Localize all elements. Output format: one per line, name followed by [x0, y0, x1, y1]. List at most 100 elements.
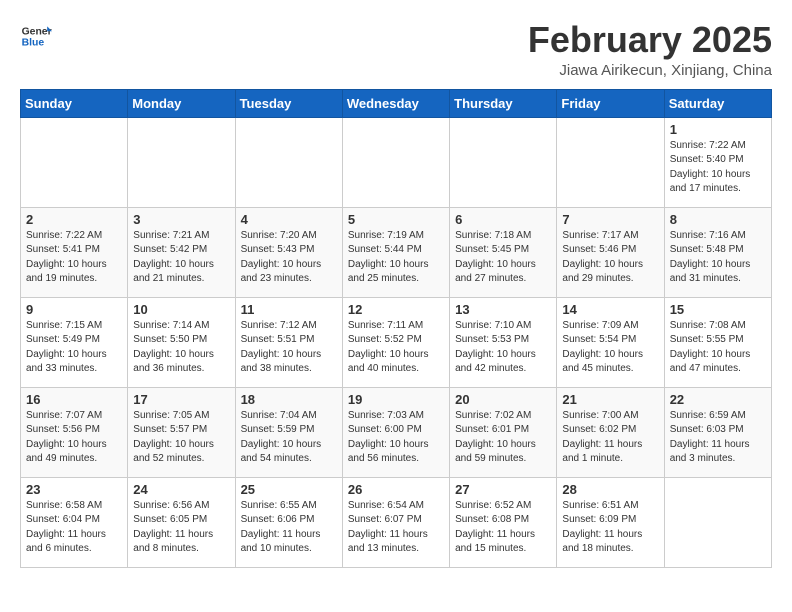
calendar-cell: 15 Sunrise: 7:08 AM Sunset: 5:55 PM Dayli…	[664, 297, 771, 387]
day-info: Sunrise: 7:14 AM Sunset: 5:50 PM Dayligh…	[133, 319, 229, 377]
svg-text:Blue: Blue	[22, 38, 45, 49]
calendar-cell: 28 Sunrise: 6:51 AM Sunset: 6:09 PM Dayli…	[557, 477, 664, 567]
calendar-cell: 4 Sunrise: 7:20 AM Sunset: 5:43 PM Daylig…	[235, 207, 342, 297]
day-info: Sunrise: 7:04 AM Sunset: 5:59 PM Dayligh…	[241, 409, 337, 467]
day-number: 4	[241, 212, 337, 227]
day-info: Sunrise: 6:56 AM Sunset: 6:05 PM Dayligh…	[133, 499, 229, 557]
day-number: 13	[455, 302, 551, 317]
calendar-cell: 10 Sunrise: 7:14 AM Sunset: 5:50 PM Dayli…	[128, 297, 235, 387]
calendar-cell	[557, 117, 664, 207]
day-info: Sunrise: 7:16 AM Sunset: 5:48 PM Dayligh…	[670, 229, 766, 287]
day-number: 23	[26, 482, 122, 497]
calendar-cell: 7 Sunrise: 7:17 AM Sunset: 5:46 PM Daylig…	[557, 207, 664, 297]
day-info: Sunrise: 7:08 AM Sunset: 5:55 PM Dayligh…	[670, 319, 766, 377]
day-info: Sunrise: 7:19 AM Sunset: 5:44 PM Dayligh…	[348, 229, 444, 287]
calendar-cell: 14Sunrise: 7:09 AM Sunset: 5:54 PM Dayli…	[557, 297, 664, 387]
calendar-cell: 8 Sunrise: 7:16 AM Sunset: 5:48 PM Daylig…	[664, 207, 771, 297]
weekday-header-tuesday: Tuesday	[235, 89, 342, 117]
weekday-header-thursday: Thursday	[450, 89, 557, 117]
calendar-cell: 22 Sunrise: 6:59 AM Sunset: 6:03 PM Dayli…	[664, 387, 771, 477]
calendar-cell: 2 Sunrise: 7:22 AM Sunset: 5:41 PM Daylig…	[21, 207, 128, 297]
day-info: Sunrise: 6:51 AM Sunset: 6:09 PM Dayligh…	[562, 499, 658, 557]
day-info: Sunrise: 7:15 AM Sunset: 5:49 PM Dayligh…	[26, 319, 122, 377]
calendar-cell: 20Sunrise: 7:02 AM Sunset: 6:01 PM Dayli…	[450, 387, 557, 477]
day-number: 1	[670, 122, 766, 137]
day-number: 2	[26, 212, 122, 227]
day-number: 12	[348, 302, 444, 317]
day-number: 11	[241, 302, 337, 317]
day-number: 18	[241, 392, 337, 407]
calendar-cell: 18 Sunrise: 7:04 AM Sunset: 5:59 PM Dayli…	[235, 387, 342, 477]
week-row-5: 23 Sunrise: 6:58 AM Sunset: 6:04 PM Dayli…	[21, 477, 772, 567]
week-row-1: 1 Sunrise: 7:22 AM Sunset: 5:40 PM Daylig…	[21, 117, 772, 207]
day-number: 14	[562, 302, 658, 317]
day-number: 9	[26, 302, 122, 317]
day-info: Sunrise: 7:07 AM Sunset: 5:56 PM Dayligh…	[26, 409, 122, 467]
calendar-cell: 16 Sunrise: 7:07 AM Sunset: 5:56 PM Dayli…	[21, 387, 128, 477]
page-header: General Blue February 2025 Jiawa Airikec…	[20, 20, 772, 79]
calendar-cell: 11Sunrise: 7:12 AM Sunset: 5:51 PM Dayli…	[235, 297, 342, 387]
calendar-cell: 12 Sunrise: 7:11 AM Sunset: 5:52 PM Dayli…	[342, 297, 449, 387]
week-row-2: 2 Sunrise: 7:22 AM Sunset: 5:41 PM Daylig…	[21, 207, 772, 297]
calendar-cell	[21, 117, 128, 207]
calendar-cell: 9 Sunrise: 7:15 AM Sunset: 5:49 PM Daylig…	[21, 297, 128, 387]
day-info: Sunrise: 6:55 AM Sunset: 6:06 PM Dayligh…	[241, 499, 337, 557]
calendar-cell: 13 Sunrise: 7:10 AM Sunset: 5:53 PM Dayli…	[450, 297, 557, 387]
calendar-cell: 26 Sunrise: 6:54 AM Sunset: 6:07 PM Dayli…	[342, 477, 449, 567]
week-row-3: 9 Sunrise: 7:15 AM Sunset: 5:49 PM Daylig…	[21, 297, 772, 387]
title-block: February 2025 Jiawa Airikecun, Xinjiang,…	[528, 20, 772, 79]
day-info: Sunrise: 7:00 AM Sunset: 6:02 PM Dayligh…	[562, 409, 658, 467]
calendar-title: February 2025	[528, 20, 772, 60]
calendar-cell: 21 Sunrise: 7:00 AM Sunset: 6:02 PM Dayli…	[557, 387, 664, 477]
calendar-cell	[664, 477, 771, 567]
day-number: 3	[133, 212, 229, 227]
day-number: 7	[562, 212, 658, 227]
day-info: Sunrise: 7:21 AM Sunset: 5:42 PM Dayligh…	[133, 229, 229, 287]
calendar-cell: 5Sunrise: 7:19 AM Sunset: 5:44 PM Daylig…	[342, 207, 449, 297]
calendar-subtitle: Jiawa Airikecun, Xinjiang, China	[528, 62, 772, 79]
calendar-cell	[128, 117, 235, 207]
day-number: 22	[670, 392, 766, 407]
calendar-cell	[342, 117, 449, 207]
day-number: 28	[562, 482, 658, 497]
weekday-header-friday: Friday	[557, 89, 664, 117]
calendar-cell: 27Sunrise: 6:52 AM Sunset: 6:08 PM Dayli…	[450, 477, 557, 567]
calendar-cell: 1 Sunrise: 7:22 AM Sunset: 5:40 PM Daylig…	[664, 117, 771, 207]
day-info: Sunrise: 7:05 AM Sunset: 5:57 PM Dayligh…	[133, 409, 229, 467]
day-info: Sunrise: 7:11 AM Sunset: 5:52 PM Dayligh…	[348, 319, 444, 377]
day-number: 6	[455, 212, 551, 227]
day-number: 10	[133, 302, 229, 317]
weekday-header-row: SundayMondayTuesdayWednesdayThursdayFrid…	[21, 89, 772, 117]
calendar-cell: 19 Sunrise: 7:03 AM Sunset: 6:00 PM Dayli…	[342, 387, 449, 477]
day-number: 24	[133, 482, 229, 497]
day-number: 16	[26, 392, 122, 407]
day-number: 25	[241, 482, 337, 497]
day-info: Sunrise: 6:59 AM Sunset: 6:03 PM Dayligh…	[670, 409, 766, 467]
day-info: Sunrise: 7:02 AM Sunset: 6:01 PM Dayligh…	[455, 409, 551, 467]
calendar-cell: 24 Sunrise: 6:56 AM Sunset: 6:05 PM Dayli…	[128, 477, 235, 567]
day-info: Sunrise: 7:03 AM Sunset: 6:00 PM Dayligh…	[348, 409, 444, 467]
day-info: Sunrise: 7:22 AM Sunset: 5:40 PM Dayligh…	[670, 139, 766, 197]
weekday-header-monday: Monday	[128, 89, 235, 117]
week-row-4: 16 Sunrise: 7:07 AM Sunset: 5:56 PM Dayli…	[21, 387, 772, 477]
day-info: Sunrise: 6:54 AM Sunset: 6:07 PM Dayligh…	[348, 499, 444, 557]
day-number: 15	[670, 302, 766, 317]
day-number: 26	[348, 482, 444, 497]
calendar-cell: 17 Sunrise: 7:05 AM Sunset: 5:57 PM Dayli…	[128, 387, 235, 477]
day-info: Sunrise: 6:58 AM Sunset: 6:04 PM Dayligh…	[26, 499, 122, 557]
day-number: 8	[670, 212, 766, 227]
day-number: 19	[348, 392, 444, 407]
calendar-cell: 3 Sunrise: 7:21 AM Sunset: 5:42 PM Daylig…	[128, 207, 235, 297]
day-info: Sunrise: 7:18 AM Sunset: 5:45 PM Dayligh…	[455, 229, 551, 287]
day-info: Sunrise: 7:10 AM Sunset: 5:53 PM Dayligh…	[455, 319, 551, 377]
day-info: Sunrise: 7:22 AM Sunset: 5:41 PM Dayligh…	[26, 229, 122, 287]
weekday-header-wednesday: Wednesday	[342, 89, 449, 117]
calendar-cell: 25 Sunrise: 6:55 AM Sunset: 6:06 PM Dayli…	[235, 477, 342, 567]
calendar-cell	[235, 117, 342, 207]
calendar-cell	[450, 117, 557, 207]
day-info: Sunrise: 7:17 AM Sunset: 5:46 PM Dayligh…	[562, 229, 658, 287]
day-number: 21	[562, 392, 658, 407]
calendar-cell: 23 Sunrise: 6:58 AM Sunset: 6:04 PM Dayli…	[21, 477, 128, 567]
day-number: 17	[133, 392, 229, 407]
day-info: Sunrise: 7:20 AM Sunset: 5:43 PM Dayligh…	[241, 229, 337, 287]
